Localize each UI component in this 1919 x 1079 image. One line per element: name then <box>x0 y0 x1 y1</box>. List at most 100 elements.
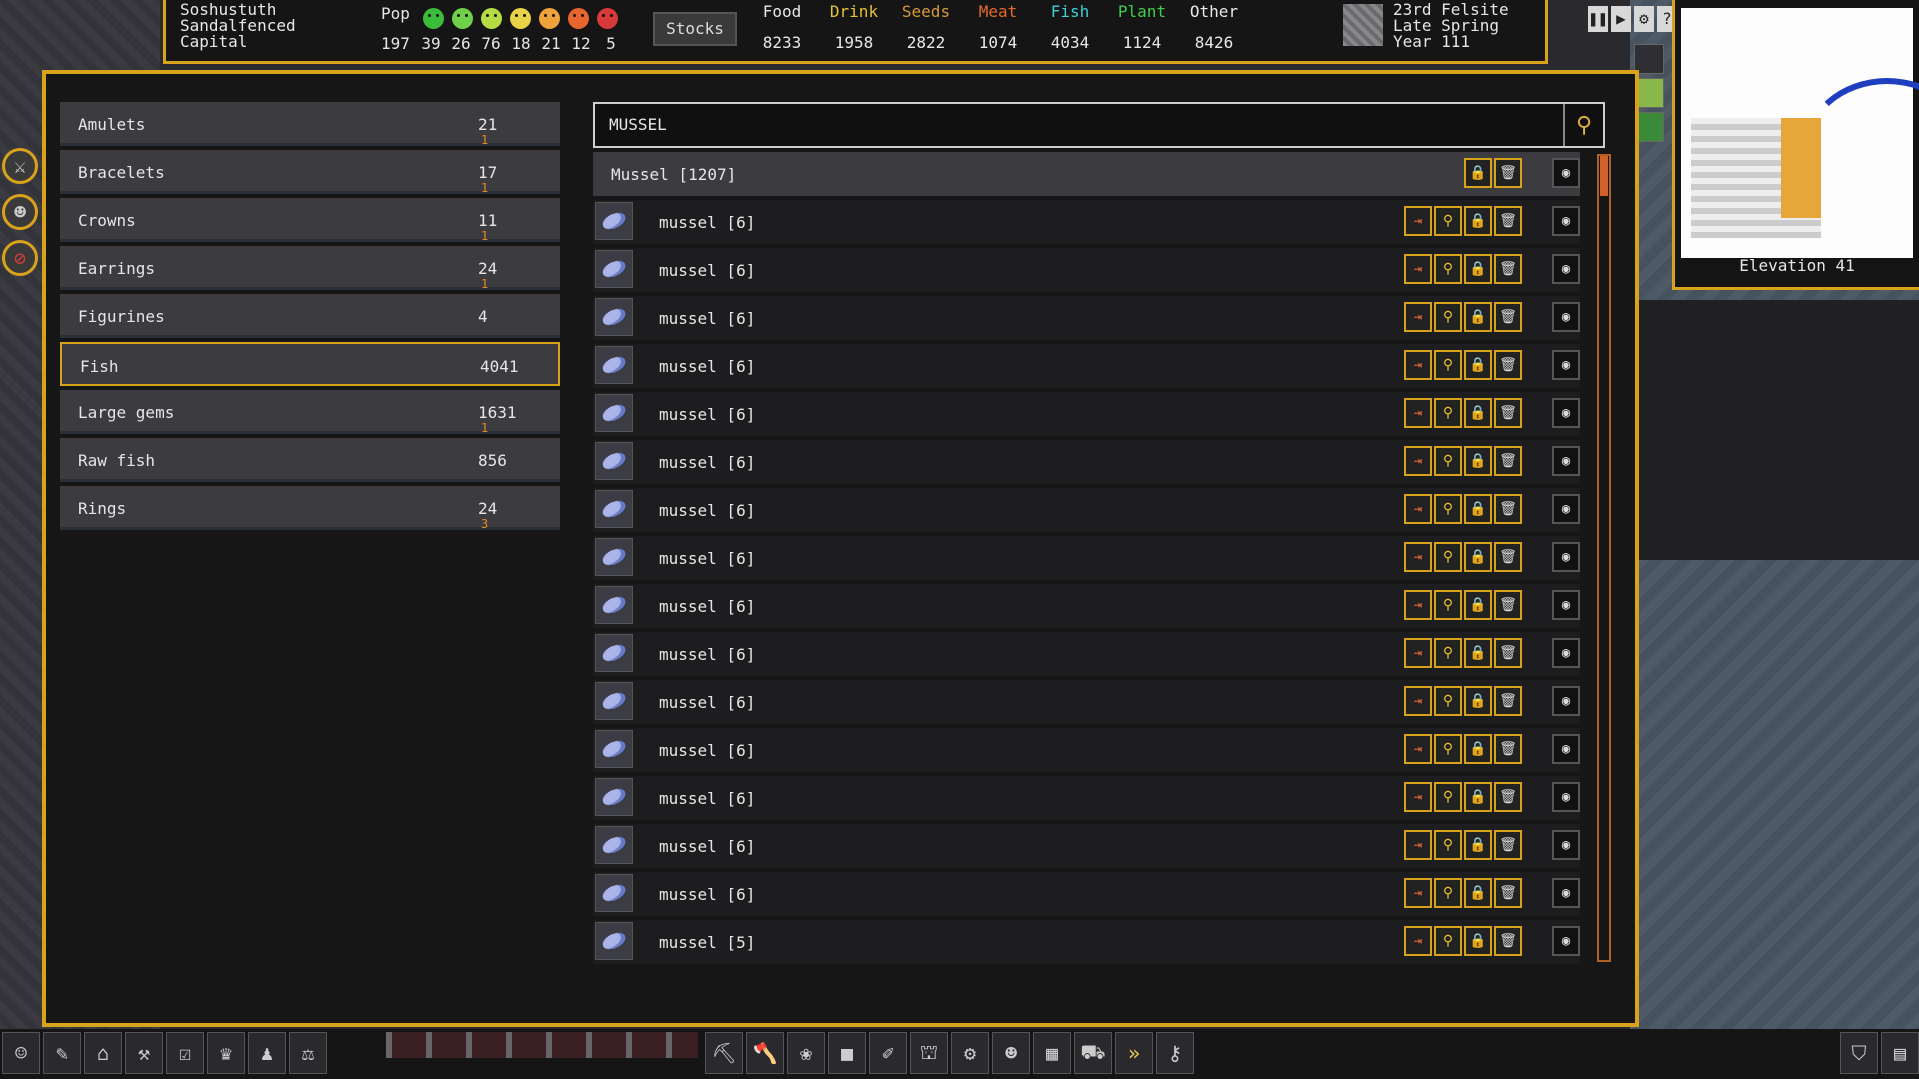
happy-face-icon[interactable] <box>452 8 473 29</box>
category-item-large-gems[interactable]: Large gems 1631 1 <box>60 390 560 435</box>
view-eye-icon[interactable]: ◉ <box>1552 446 1580 476</box>
unhappy-face-icon[interactable] <box>539 8 560 29</box>
category-item-crowns[interactable]: Crowns 11 1 <box>60 198 560 243</box>
trash-icon[interactable]: 🗑 <box>1494 494 1522 524</box>
stock-fish[interactable]: Fish 4034 <box>1034 2 1106 52</box>
view-eye-icon[interactable]: ◉ <box>1552 734 1580 764</box>
melt-key-icon[interactable]: ⚲ <box>1434 446 1462 476</box>
nobles-crown-icon[interactable]: ♛ <box>207 1032 245 1074</box>
list-item[interactable]: mussel [6] ⇥ ⚲ 🔒 🗑 ◉ <box>593 680 1580 724</box>
view-eye-icon[interactable]: ◉ <box>1552 878 1580 908</box>
melt-key-icon[interactable]: ⚲ <box>1434 254 1462 284</box>
list-item[interactable]: mussel [6] ⇥ ⚲ 🔒 🗑 ◉ <box>593 872 1580 916</box>
lock-icon[interactable]: 🔒 <box>1464 542 1492 572</box>
scrollbar-thumb[interactable] <box>1600 156 1608 196</box>
melt-key-icon[interactable]: ⚲ <box>1434 782 1462 812</box>
minimap-view[interactable] <box>1681 8 1919 258</box>
pause-icon[interactable]: ❚❚ <box>1588 6 1608 32</box>
view-eye-icon[interactable]: ◉ <box>1552 638 1580 668</box>
view-eye-icon[interactable]: ◉ <box>1552 158 1580 188</box>
melt-key-icon[interactable]: ⚲ <box>1434 398 1462 428</box>
more-chevron-icon[interactable]: » <box>1115 1032 1153 1074</box>
lock-icon[interactable]: 🔒 <box>1464 158 1492 188</box>
objects-icon[interactable]: ♟ <box>248 1032 286 1074</box>
melt-key-icon[interactable]: ⚲ <box>1434 686 1462 716</box>
stock-plant[interactable]: Plant 1124 <box>1106 2 1178 52</box>
trash-icon[interactable]: 🗑 <box>1494 542 1522 572</box>
list-item[interactable]: mussel [6] ⇥ ⚲ 🔒 🗑 ◉ <box>593 728 1580 772</box>
category-item-earrings[interactable]: Earrings 24 1 <box>60 246 560 291</box>
stocks-button[interactable]: Stocks <box>653 12 737 46</box>
settings-gear-icon[interactable]: ⚙ <box>1634 6 1654 32</box>
trash-icon[interactable]: 🗑 <box>1494 206 1522 236</box>
list-item[interactable]: mussel [6] ⇥ ⚲ 🔒 🗑 ◉ <box>593 440 1580 484</box>
labor-hammer-icon[interactable]: ⚒ <box>125 1032 163 1074</box>
melt-key-icon[interactable]: ⚲ <box>1434 734 1462 764</box>
dump-icon[interactable]: ⇥ <box>1404 782 1432 812</box>
list-item[interactable]: mussel [6] ⇥ ⚲ 🔒 🗑 ◉ <box>593 776 1580 820</box>
workshop-icon[interactable]: ⚙ <box>951 1032 989 1074</box>
view-eye-icon[interactable]: ◉ <box>1552 254 1580 284</box>
lock-icon[interactable]: 🔒 <box>1464 686 1492 716</box>
forbid-icon[interactable]: ⊘ <box>2 240 38 276</box>
list-item[interactable]: mussel [6] ⇥ ⚲ 🔒 🗑 ◉ <box>593 536 1580 580</box>
dump-icon[interactable]: ⇥ <box>1404 398 1432 428</box>
list-item[interactable]: mussel [6] ⇥ ⚲ 🔒 🗑 ◉ <box>593 248 1580 292</box>
stock-drink[interactable]: Drink 1958 <box>818 2 890 52</box>
gather-plants-icon[interactable]: ❀ <box>787 1032 825 1074</box>
lock-icon[interactable]: 🔒 <box>1464 830 1492 860</box>
trash-icon[interactable]: 🗑 <box>1494 926 1522 956</box>
list-item[interactable]: mussel [6] ⇥ ⚲ 🔒 🗑 ◉ <box>593 200 1580 244</box>
fortress-info[interactable]: Soshustuth Sandalfenced Capital <box>180 2 296 50</box>
dump-icon[interactable]: ⇥ <box>1404 206 1432 236</box>
category-item-rings[interactable]: Rings 24 3 <box>60 486 560 531</box>
dump-icon[interactable]: ⇥ <box>1404 638 1432 668</box>
melt-key-icon[interactable]: ⚲ <box>1434 350 1462 380</box>
view-eye-icon[interactable]: ◉ <box>1552 830 1580 860</box>
stock-seeds[interactable]: Seeds 2822 <box>890 2 962 52</box>
trash-icon[interactable]: 🗑 <box>1494 254 1522 284</box>
dwarf-unit-icon[interactable]: ☻ <box>2 194 38 230</box>
dump-icon[interactable]: ⇥ <box>1404 350 1432 380</box>
miserable-face-icon[interactable] <box>568 8 589 29</box>
melt-key-icon[interactable]: ⚲ <box>1434 542 1462 572</box>
lock-icon[interactable]: 🔒 <box>1464 446 1492 476</box>
lock-icon[interactable]: 🔒 <box>1464 302 1492 332</box>
ecstatic-face-icon[interactable] <box>423 8 444 29</box>
angry-face-icon[interactable] <box>597 8 618 29</box>
info-shield-icon[interactable]: ⛉ <box>1840 1032 1878 1074</box>
dump-icon[interactable]: ⇥ <box>1404 446 1432 476</box>
view-eye-icon[interactable]: ◉ <box>1552 782 1580 812</box>
trash-icon[interactable]: 🗑 <box>1494 446 1522 476</box>
stock-other[interactable]: Other 8426 <box>1178 2 1250 52</box>
lock-icon[interactable]: 🔒 <box>1464 878 1492 908</box>
magnifier-icon[interactable]: ⚲ <box>1563 104 1603 146</box>
category-item-fish[interactable]: Fish 4041 <box>60 342 560 386</box>
melt-key-icon[interactable]: ⚲ <box>1434 302 1462 332</box>
dump-icon[interactable]: ⇥ <box>1404 254 1432 284</box>
melt-key-icon[interactable]: ⚲ <box>1434 206 1462 236</box>
erase-icon[interactable]: ✐ <box>869 1032 907 1074</box>
trash-icon[interactable]: 🗑 <box>1494 638 1522 668</box>
tasks-scroll-icon[interactable]: ✎ <box>43 1032 81 1074</box>
lock-icon[interactable]: 🔒 <box>1464 638 1492 668</box>
dump-icon[interactable]: ⇥ <box>1404 734 1432 764</box>
dump-icon[interactable]: ⇥ <box>1404 302 1432 332</box>
item-group-header[interactable]: Mussel [1207] 🔒 🗑 ◉ <box>593 152 1580 196</box>
zones-grid-icon[interactable]: ▦ <box>1033 1032 1071 1074</box>
stock-food[interactable]: Food 8233 <box>746 2 818 52</box>
dump-icon[interactable]: ⇥ <box>1404 878 1432 908</box>
list-item[interactable]: mussel [6] ⇥ ⚲ 🔒 🗑 ◉ <box>593 392 1580 436</box>
trash-icon[interactable]: 🗑 <box>1494 302 1522 332</box>
build-icon[interactable]: ⛫ <box>910 1032 948 1074</box>
category-item-figurines[interactable]: Figurines 4 <box>60 294 560 338</box>
dig-pickaxe-icon[interactable]: ⛏ <box>705 1032 743 1074</box>
search-input[interactable] <box>607 114 1511 135</box>
melt-key-icon[interactable]: ⚲ <box>1434 926 1462 956</box>
map-legend-icon[interactable]: ▤ <box>1881 1032 1919 1074</box>
lock-icon[interactable]: 🔒 <box>1464 398 1492 428</box>
melt-key-icon[interactable]: ⚲ <box>1434 590 1462 620</box>
dump-icon[interactable]: ⇥ <box>1404 494 1432 524</box>
content-face-icon[interactable] <box>481 8 502 29</box>
category-item-amulets[interactable]: Amulets 21 1 <box>60 102 560 147</box>
